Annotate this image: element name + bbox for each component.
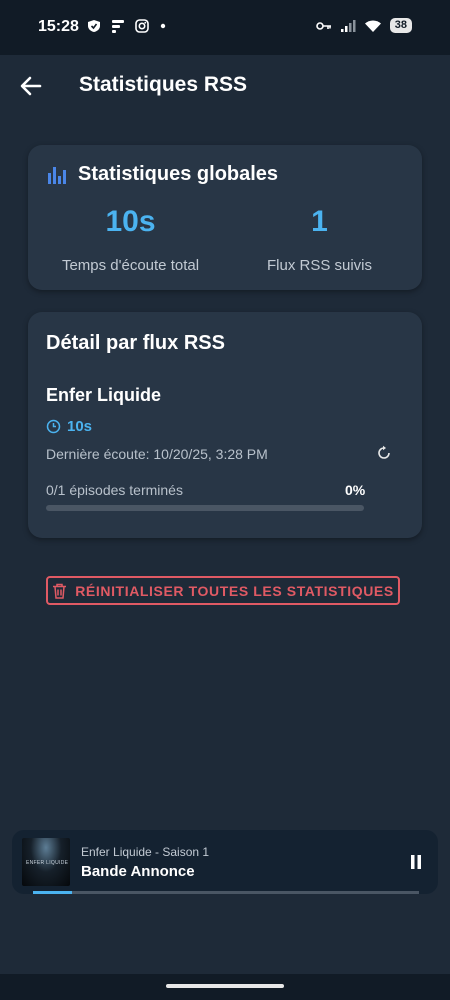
global-stats-title: Statistiques globales: [78, 163, 279, 185]
wifi-icon: [364, 20, 381, 32]
feeds-count-value: 1: [311, 205, 328, 238]
feed-progress-bar: [46, 505, 364, 511]
feed-percent: 0%: [345, 482, 366, 498]
system-icons: 38: [315, 18, 412, 33]
player-progress-fill: [33, 891, 72, 894]
global-stats-card: Statistiques globales 10s Temps d'écoute…: [28, 145, 422, 290]
mini-player[interactable]: ENFER LIQUIDE Enfer Liquide - Saison 1 B…: [12, 830, 438, 894]
artwork-text: ENFER LIQUIDE: [26, 860, 69, 866]
player-subtitle: Enfer Liquide - Saison 1: [81, 845, 210, 859]
total-listen-value: 10s: [105, 205, 156, 238]
status-bar: 15:28 38: [0, 0, 450, 55]
trash-icon: [53, 583, 67, 599]
feeds-count-label: Flux RSS suivis: [266, 257, 373, 274]
page-title: Statistiques RSS: [79, 73, 248, 96]
clock-icon: [46, 419, 61, 434]
feed-last-listen: Dernière écoute: 10/20/25, 3:28 PM: [46, 446, 268, 462]
dot-icon: [160, 23, 166, 29]
bar-chart-icon: [48, 166, 66, 184]
feed-listen-time-value: 10s: [67, 418, 93, 435]
feed-episodes-done: 0/1 épisodes terminés: [46, 482, 183, 498]
instagram-icon: [135, 19, 149, 33]
key-icon: [315, 21, 331, 30]
stat-total-listen: 10s Temps d'écoute total: [32, 205, 229, 274]
refresh-icon[interactable]: [376, 445, 392, 461]
feed-listen-time: 10s: [46, 418, 92, 435]
pause-icon[interactable]: [409, 854, 423, 870]
f-app-icon: [112, 20, 124, 33]
stat-feeds: 1 Flux RSS suivis: [221, 205, 418, 274]
total-listen-label: Temps d'écoute total: [61, 257, 200, 274]
player-progress-bar[interactable]: [33, 891, 419, 894]
feed-detail-title: Détail par flux RSS: [46, 332, 225, 354]
status-time: 15:28: [38, 18, 79, 35]
global-stats-header: Statistiques globales: [46, 163, 278, 186]
feed-name: Enfer Liquide: [46, 385, 162, 405]
app-bar: Statistiques RSS: [0, 55, 450, 117]
notification-icons: [87, 19, 167, 33]
feed-detail-card: Détail par flux RSS Enfer Liquide 10s De…: [28, 312, 422, 538]
reset-stats-button[interactable]: RÉINITIALISER TOUTES LES STATISTIQUES: [46, 576, 400, 605]
battery-icon: 38: [389, 18, 412, 33]
navigation-bar: [0, 974, 450, 1000]
reset-stats-label: RÉINITIALISER TOUTES LES STATISTIQUES: [75, 582, 394, 599]
player-title: Bande Annonce: [81, 863, 195, 880]
signal-icon: [340, 19, 356, 32]
home-gesture-handle[interactable]: [166, 984, 284, 988]
shield-icon: [88, 20, 100, 32]
arrow-left-icon[interactable]: [18, 73, 44, 99]
podcast-artwork: ENFER LIQUIDE: [22, 838, 70, 886]
